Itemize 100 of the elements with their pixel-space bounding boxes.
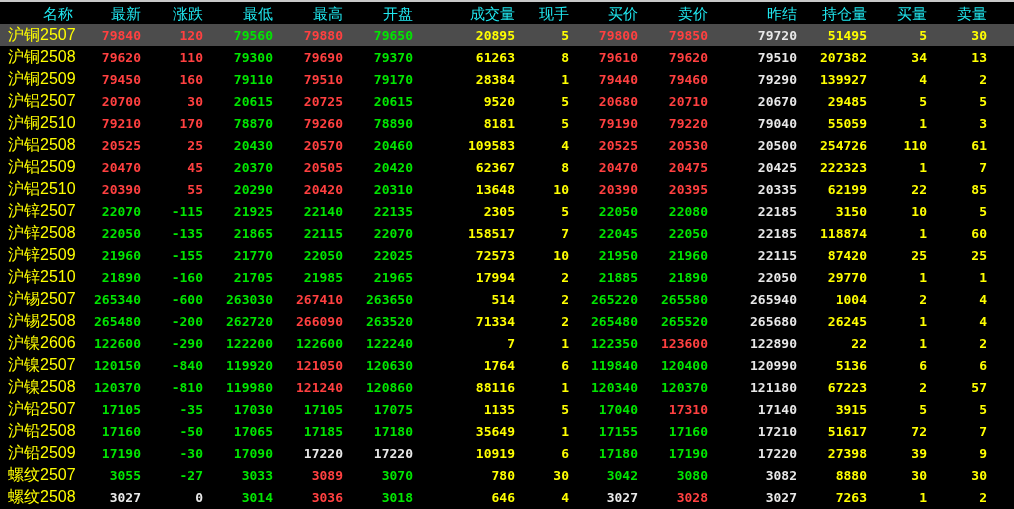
column-header[interactable]: 涨跌 <box>143 5 205 21</box>
column-header[interactable]: 成交量 <box>415 5 517 21</box>
table-cell-text: 170 <box>178 116 204 130</box>
contract-name: 沪铅2509 <box>7 445 75 461</box>
table-cell-text: 3070 <box>380 468 414 482</box>
table-cell-text: 1 <box>918 116 928 130</box>
table-cell-text: 121240 <box>295 380 344 394</box>
table-cell-text: 5 <box>560 28 570 42</box>
table-cell-text: 17140 <box>756 402 798 416</box>
table-cell-text: 17220 <box>302 446 344 460</box>
table-cell-text: 88116 <box>474 380 516 394</box>
table-cell-text: 139927 <box>819 72 868 86</box>
table-cell-text: -50 <box>178 424 204 438</box>
table-cell-text: 22050 <box>667 226 709 240</box>
table-cell-text: 7263 <box>834 490 868 504</box>
table-cell-text: 17310 <box>667 402 709 416</box>
table-cell-text: 4 <box>978 314 988 328</box>
table-cell-text: 17030 <box>232 402 274 416</box>
table-cell-text: 22080 <box>667 204 709 218</box>
table-cell-text: 17105 <box>302 402 344 416</box>
table-cell-text: 6 <box>560 358 570 372</box>
table-cell-text: 5 <box>918 402 928 416</box>
table-cell-text: 22050 <box>302 248 344 262</box>
table-cell-text: 20615 <box>372 94 414 108</box>
table-cell-text: 21770 <box>232 248 274 262</box>
table-cell-text: 8 <box>560 160 570 174</box>
table-cell-text: 0 <box>194 490 204 504</box>
table-cell-text: 7 <box>560 226 570 240</box>
table-cell-text: 87420 <box>826 248 868 262</box>
table-cell-text: 21890 <box>100 270 142 284</box>
table-cell-text: 2 <box>918 380 928 394</box>
table-cell-text: 17160 <box>667 424 709 438</box>
table-cell-text: -600 <box>170 292 204 306</box>
column-header[interactable]: 现手 <box>517 5 571 21</box>
table-cell-text: 71334 <box>474 314 516 328</box>
table-cell-text: 2 <box>560 270 570 284</box>
table-cell-text: 20470 <box>100 160 142 174</box>
table-cell-text: 17065 <box>232 424 274 438</box>
table-cell-text: 222323 <box>819 160 868 174</box>
table-cell-text: 3080 <box>675 468 709 482</box>
table-cell-text: 79290 <box>756 72 798 86</box>
table-cell-text: 22 <box>850 336 868 350</box>
table-cell-text: 30 <box>970 28 988 42</box>
table-cell-text: 20615 <box>232 94 274 108</box>
table-cell-text: 22115 <box>302 226 344 240</box>
table-cell-text: 20430 <box>232 138 274 152</box>
table-cell-text: 28384 <box>474 72 516 86</box>
column-header[interactable]: 买量 <box>869 5 929 21</box>
table-cell-text: 2 <box>978 490 988 504</box>
table-cell-text: 265520 <box>660 314 709 328</box>
table-cell-text: 1 <box>918 270 928 284</box>
table-cell-text: 20475 <box>667 160 709 174</box>
column-header[interactable]: 昨结 <box>710 5 799 21</box>
table-cell-text: 1 <box>918 490 928 504</box>
table-cell-text: -30 <box>178 446 204 460</box>
contract-name: 螺纹2507 <box>7 467 75 483</box>
column-header[interactable]: 最低 <box>205 5 275 21</box>
table-cell-text: 6 <box>978 358 988 372</box>
contract-name: 沪镍2606 <box>7 335 75 351</box>
table-cell-text: 79650 <box>372 28 414 42</box>
contract-name: 沪铜2510 <box>7 115 75 131</box>
table-cell-text: 21960 <box>100 248 142 262</box>
table-cell-text: 17210 <box>756 424 798 438</box>
column-header[interactable]: 卖量 <box>929 5 989 21</box>
table-cell-text: 158517 <box>467 226 516 240</box>
column-header[interactable]: 持仓量 <box>799 5 869 21</box>
column-header[interactable]: 最新 <box>75 5 143 21</box>
column-header[interactable]: 名称 <box>0 5 75 21</box>
table-cell-text: 55059 <box>826 116 868 130</box>
column-header[interactable]: 开盘 <box>345 5 415 21</box>
table-cell-text: 6 <box>918 358 928 372</box>
column-header[interactable]: 最高 <box>275 5 345 21</box>
table-cell-text: 22140 <box>302 204 344 218</box>
table-cell-text: 9 <box>978 446 988 460</box>
table-cell-text: 17180 <box>597 446 639 460</box>
table-cell-text: 21885 <box>597 270 639 284</box>
table-cell-text: 1004 <box>834 292 868 306</box>
table-cell-text: 22070 <box>100 204 142 218</box>
table-cell-text: 17155 <box>597 424 639 438</box>
table-cell-text: 79110 <box>232 72 274 86</box>
column-header[interactable]: 卖价 <box>640 5 710 21</box>
table-cell-text: 57 <box>970 380 988 394</box>
table-cell-text: 120 <box>178 28 204 42</box>
table-cell-text: 267410 <box>295 292 344 306</box>
table-cell-text: 7 <box>506 336 516 350</box>
table-cell-text: 30 <box>186 94 204 108</box>
table-cell-text: -160 <box>170 270 204 284</box>
column-header[interactable]: 买价 <box>571 5 640 21</box>
table-cell-text: 79040 <box>756 116 798 130</box>
table-cell-text: 22070 <box>372 226 414 240</box>
table-cell-text: 85 <box>970 182 988 196</box>
contract-name: 沪铝2509 <box>7 159 75 175</box>
table-cell-text: 10 <box>552 182 570 196</box>
table-cell-text: 120340 <box>590 380 639 394</box>
table-cell-text: 21865 <box>232 226 274 240</box>
table-cell-text: 1135 <box>482 402 516 416</box>
table-cell-text: 79850 <box>667 28 709 42</box>
table-cell-text: 79620 <box>667 50 709 64</box>
selected-row[interactable]: 沪铜2507 79840 120 79560 79880 79650 20895 5 79800 79850 79720 51495 5 30 <box>0 24 1014 46</box>
table-cell-text: 17190 <box>667 446 709 460</box>
